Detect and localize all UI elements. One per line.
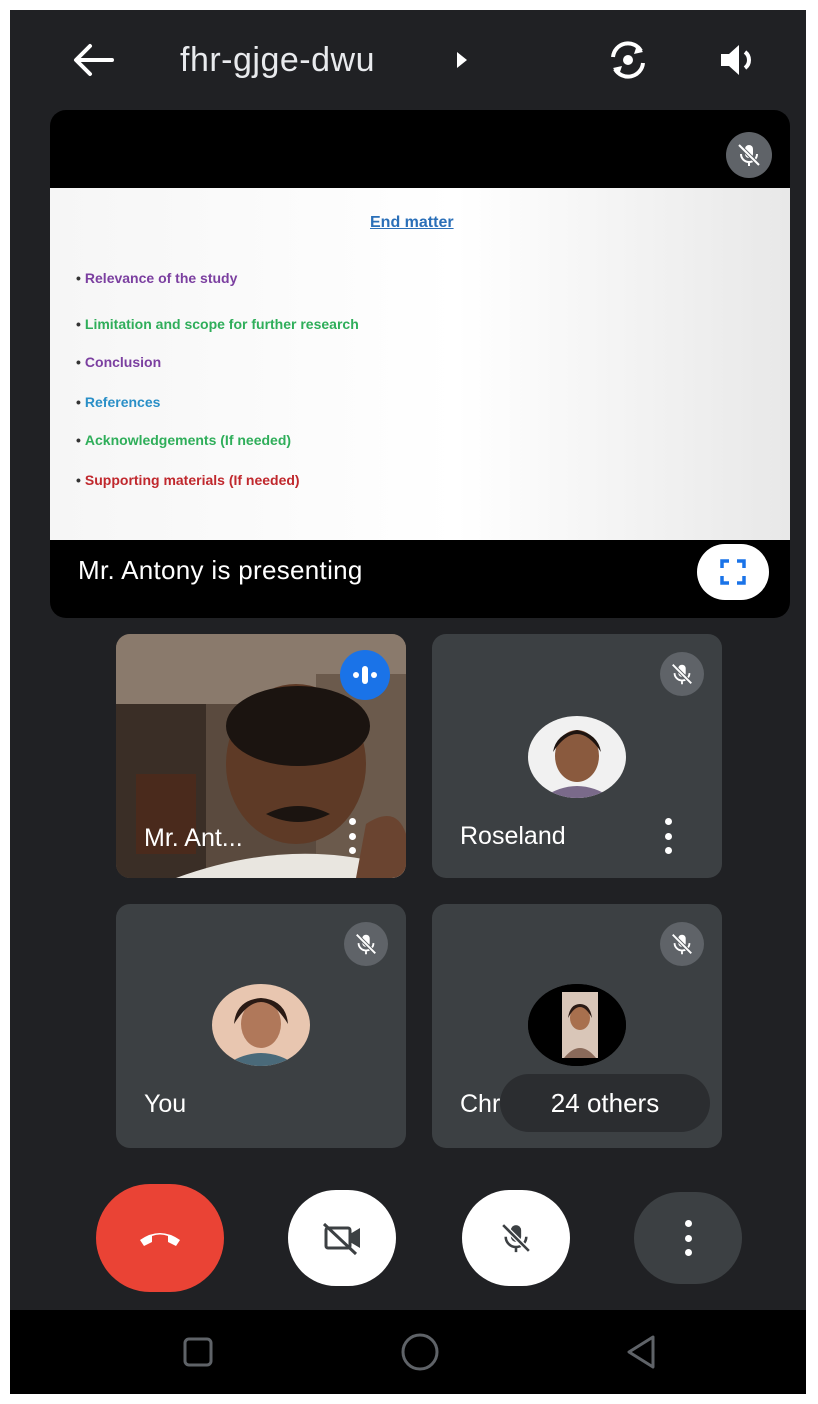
circle-icon xyxy=(401,1333,439,1371)
presentation-card[interactable]: End matter • Relevance of the study • Limi… xyxy=(50,110,790,618)
avatar xyxy=(528,984,626,1066)
switch-camera-icon xyxy=(611,41,645,79)
slide-bullet: • Supporting materials (If needed) xyxy=(76,472,300,488)
home-button[interactable] xyxy=(398,1330,442,1374)
mic-off-icon xyxy=(671,933,693,955)
participant-name: You xyxy=(144,1090,187,1118)
presenting-status: Mr. Antony is presenting xyxy=(78,555,363,585)
slide-bullet-text: Relevance of the study xyxy=(84,270,238,286)
back-button[interactable] xyxy=(68,38,120,82)
participant-name: Mr. Ant... xyxy=(144,824,243,852)
participant-mute-indicator xyxy=(344,922,388,966)
audio-level-icon xyxy=(353,666,377,684)
mic-off-icon xyxy=(355,933,377,955)
end-call-icon xyxy=(140,1233,180,1246)
arrow-left-icon xyxy=(74,44,114,76)
others-count-chip[interactable]: 24 others xyxy=(500,1074,710,1132)
meet-screen: fhr-gjge-dwu End matter • Relevance of t… xyxy=(10,10,806,1394)
participant-tile-presenter[interactable]: Mr. Ant... xyxy=(116,634,406,878)
more-vert-icon xyxy=(678,1216,698,1260)
android-navigation-bar xyxy=(10,1310,806,1394)
mic-off-icon xyxy=(501,1223,531,1253)
participant-menu-button[interactable] xyxy=(658,814,678,858)
participant-tile[interactable]: Roseland xyxy=(432,634,722,878)
recents-button[interactable] xyxy=(176,1330,220,1374)
avatar xyxy=(528,716,626,798)
slide-bullet-text: Limitation and scope for further researc… xyxy=(84,316,359,332)
speaking-indicator xyxy=(340,650,390,700)
participant-menu-button[interactable] xyxy=(342,814,362,858)
participant-tile-self[interactable]: You xyxy=(116,904,406,1148)
participant-mute-indicator xyxy=(660,652,704,696)
more-options-button[interactable] xyxy=(634,1192,742,1284)
speaker-icon xyxy=(721,45,751,75)
switch-camera-button[interactable] xyxy=(600,32,656,88)
top-bar: fhr-gjge-dwu xyxy=(10,10,806,110)
slide-bullet: • Conclusion xyxy=(76,354,162,370)
slide-bullet: • References xyxy=(76,394,161,410)
avatar xyxy=(212,984,310,1066)
mic-off-icon xyxy=(671,663,693,685)
slide-bullet-text: Conclusion xyxy=(84,354,162,370)
participant-mute-indicator xyxy=(660,922,704,966)
camera-off-icon xyxy=(322,1222,360,1256)
slide-bullet: • Acknowledgements (If needed) xyxy=(76,432,292,448)
slide-bullet-text: Acknowledgements (If needed) xyxy=(84,432,292,448)
triangle-back-icon xyxy=(627,1335,655,1369)
microphone-toggle-button[interactable] xyxy=(462,1190,570,1286)
end-call-button[interactable] xyxy=(96,1184,224,1292)
avatar-image xyxy=(528,984,626,1066)
shared-slide: End matter • Relevance of the study • Limi… xyxy=(50,188,790,540)
back-nav-button[interactable] xyxy=(620,1330,664,1374)
camera-toggle-button[interactable] xyxy=(288,1190,396,1286)
participant-name: Roseland xyxy=(460,822,566,850)
presenter-mute-indicator xyxy=(726,132,772,178)
avatar-image xyxy=(212,984,310,1066)
participant-name: Chri xyxy=(460,1090,506,1118)
meeting-code[interactable]: fhr-gjge-dwu xyxy=(180,38,375,82)
fullscreen-button[interactable] xyxy=(697,544,769,600)
audio-output-button[interactable] xyxy=(710,32,766,88)
slide-title: End matter xyxy=(370,214,454,231)
slide-bullet-text: References xyxy=(84,394,161,410)
slide-bullet: • Limitation and scope for further resear… xyxy=(76,316,359,332)
slide-bullet: • Relevance of the study xyxy=(76,270,238,286)
avatar-image xyxy=(528,716,626,798)
square-icon xyxy=(183,1337,213,1367)
caret-right-icon[interactable] xyxy=(450,48,474,72)
participant-tile[interactable]: Chri 24 others xyxy=(432,904,722,1148)
mic-off-icon xyxy=(737,143,761,167)
slide-bullet-text: Supporting materials (If needed) xyxy=(84,472,300,488)
fullscreen-icon xyxy=(720,559,746,585)
